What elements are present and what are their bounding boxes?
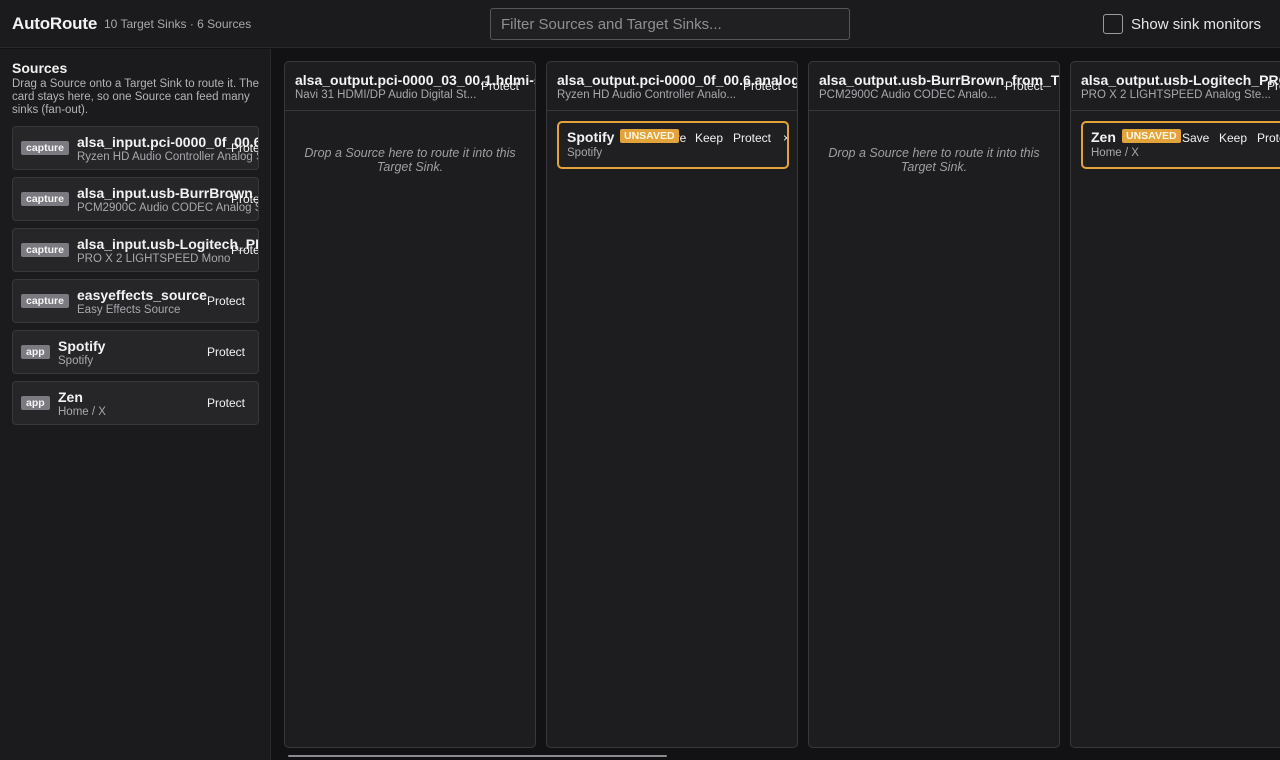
source-type-badge: capture [21,192,69,206]
source-protect-button[interactable]: Protect [231,243,258,257]
sink-header: alsa_output.usb-BurrBrown_from_Texas_Ins… [809,62,1059,111]
sink-header: alsa_output.pci-0000_0f_00.6.analog-ster… [547,62,797,111]
source-type-badge: app [21,396,50,410]
source-name: Zen [58,389,83,405]
sink-column[interactable]: alsa_output.pci-0000_0f_00.6.analog-ster… [546,61,798,748]
source-name: easyeffects_source [77,287,207,303]
sink-column[interactable]: alsa_output.usb-BurrBrown_from_Texas_Ins… [808,61,1060,748]
source-card[interactable]: capture alsa_input.usb-Logitech_PRO_X_2 … [12,228,259,272]
source-type-badge: capture [21,294,69,308]
show-sink-monitors-checkbox[interactable] [1103,14,1123,34]
source-description: Easy Effects Source [77,304,181,316]
sink-protect-button[interactable]: Protect [1005,79,1043,93]
sink-description: Ryzen HD Audio Controller Analo... [557,89,736,101]
route-keep-button[interactable]: Keep [1219,131,1247,145]
sources-sidebar: Sources Drag a Source onto a Target Sink… [0,49,271,760]
source-description: Home / X [58,406,106,418]
sink-description: PCM2900C Audio CODEC Analo... [819,89,997,101]
sink-description: Navi 31 HDMI/DP Audio Digital St... [295,89,477,101]
filter-input[interactable] [490,8,850,40]
route-source-sub: Home / X [1091,147,1139,159]
route-remove-icon[interactable]: × [783,131,787,145]
sink-protect-button[interactable]: Protect [481,79,519,93]
show-sink-monitors-label: Show sink monitors [1131,15,1262,33]
source-card[interactable]: capture alsa_input.usb-BurrBrown_from_Te… [12,177,259,221]
sink-header: alsa_output.usb-Logitech_PRO_X_2 Protect… [1071,62,1280,111]
source-type-badge: app [21,345,50,359]
route-protect-button[interactable]: Protect [1257,131,1280,145]
horizontal-scrollbar[interactable] [288,755,667,757]
sink-protect-button[interactable]: Protect [743,79,781,93]
drop-hint: Drop a Source here to route it into this… [828,146,1040,174]
source-card[interactable]: app Zen Home / X Protect [12,381,259,425]
source-card[interactable]: capture alsa_input.pci-0000_0f_00.6.anal… [12,126,259,170]
source-type-badge: capture [21,243,69,257]
source-protect-button[interactable]: Protect [231,192,258,206]
source-description: Spotify [58,355,94,367]
source-protect-button[interactable]: Protect [231,141,258,155]
source-protect-button[interactable]: Protect [207,345,245,359]
source-card[interactable]: capture easyeffects_source Easy Effects … [12,279,259,323]
sources-help-text: Drag a Source onto a Target Sink to rout… [12,78,259,116]
sink-column[interactable]: alsa_output.pci-0000_03_00.1.hdmi-stereo… [284,61,536,748]
sources-title: Sources [12,60,68,76]
source-type-badge: capture [21,141,69,155]
sink-column[interactable]: alsa_output.usb-Logitech_PRO_X_2 Protect… [1070,61,1280,748]
show-sink-monitors-toggle[interactable]: Show sink monitors [1103,14,1261,34]
route-source-sub: Spotify [567,147,603,159]
source-card[interactable]: app Spotify Spotify Protect [12,330,259,374]
app-summary: 10 Target Sinks · 6 Sources [104,17,252,31]
route-protect-button[interactable]: Protect [733,131,771,145]
route-card[interactable]: Zen Home / X UNSAVED Save Keep Protect × [1081,121,1280,169]
route-source-name: Zen [1091,129,1116,145]
route-card[interactable]: Spotify Spotify Save UNSAVED Keep Protec… [557,121,789,169]
route-save-button[interactable]: Save [1182,131,1209,145]
top-bar: AutoRoute 10 Target Sinks · 6 Sources Sh… [0,0,1280,48]
target-sinks-board: alsa_output.pci-0000_03_00.1.hdmi-stereo… [272,49,1280,760]
sink-description: PRO X 2 LIGHTSPEED Analog Ste... [1081,89,1271,101]
unsaved-badge: UNSAVED [620,129,679,143]
route-keep-button[interactable]: Keep [695,131,723,145]
sink-name: alsa_output.usb-Logitech_PRO_X_2 [1081,72,1280,88]
source-protect-button[interactable]: Protect [207,396,245,410]
source-description: PRO X 2 LIGHTSPEED Mono [77,253,231,265]
drop-hint: Drop a Source here to route it into this… [304,146,516,174]
unsaved-badge: UNSAVED [1122,129,1181,143]
source-name: Spotify [58,338,106,354]
sink-header: alsa_output.pci-0000_03_00.1.hdmi-stereo… [285,62,535,111]
route-source-name: Spotify [567,129,615,145]
source-protect-button[interactable]: Protect [207,294,245,308]
app-title: AutoRoute [12,14,98,33]
